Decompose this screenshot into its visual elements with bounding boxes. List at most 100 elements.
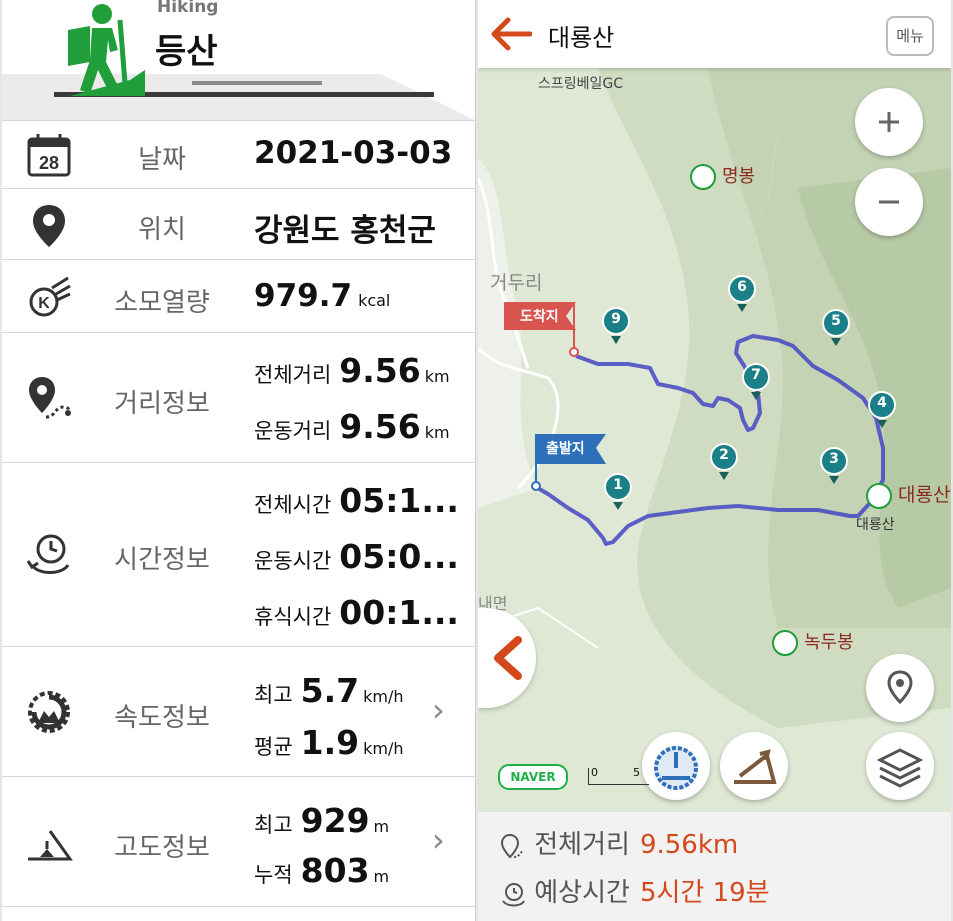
chevron-right-icon[interactable]: › [432,691,445,729]
calories-label: 소모열량 [114,288,210,318]
altitude-label: 고도정보 [114,833,210,863]
waypoint-number: 9 [611,311,621,327]
clock-icon [502,882,525,906]
svg-text:K: K [38,295,50,312]
altitude-graph-button[interactable] [720,732,788,800]
waypoint-marker[interactable]: 3 [819,446,849,486]
map-place-label: 녹두봉 [772,628,854,656]
location-label: 위치 [138,215,186,245]
speedometer-icon [28,691,70,733]
waypoint-marker[interactable]: 2 [709,442,739,482]
plus-icon [879,112,899,132]
clock-icon [26,534,70,574]
location-pin-icon [887,670,913,705]
date-label: 날짜 [138,145,186,175]
distance-label: 거리정보 [114,389,210,419]
hiker-icon [68,4,145,97]
map-peak-label: 대룡산 [866,480,950,509]
date-value: 2021-03-03 [254,135,453,171]
waypoint-marker[interactable]: 1 [603,472,633,512]
map-title: 대룡산 [548,24,615,52]
calories-value: 979.7 kcal [254,278,391,314]
cumulative-altitude: 누적 803 m [254,851,390,890]
calories-unit: kcal [358,291,391,310]
estimated-time-summary: 예상시간 5시간 19분 [500,872,770,909]
rest-time: 휴식시간 00:1... [254,593,459,632]
map-panel: 대룡산 메뉴 스프링베일GC 명봉 거두리 대룡산 대룡산 녹두봉 내면 도착지… [478,0,951,921]
total-distance: 전체거리 9.56 km [254,351,450,390]
calendar-icon: 28 [27,134,71,177]
time-label: 시간정보 [114,545,210,575]
max-altitude: 최고 929 m [254,801,390,840]
zoom-in-button[interactable] [855,88,923,156]
hiking-record-panel: Hiking 등산 28 날짜 2021-03-03 위치 강원도 홍천군 K … [2,0,476,921]
speed-row[interactable]: 속도정보 최고 5.7 km/h 평균 1.9 km/h › [2,646,475,777]
waypoint-number: 3 [829,451,839,467]
start-flag: 출발지 [530,430,610,492]
waypoint-marker[interactable]: 6 [727,274,757,314]
chevron-right-icon[interactable]: › [432,821,445,859]
speed-label: 속도정보 [114,703,210,733]
calories-row: K 소모열량 979.7 kcal [2,259,475,333]
waypoint-number: 6 [737,279,747,295]
collapse-panel-button[interactable] [478,608,536,708]
calorie-flame-icon: K [29,276,71,317]
header-divider [192,81,322,85]
time-row: 시간정보 전체시간 05:1... 운동시간 05:0... 휴식시간 00:1... [2,462,475,647]
speedometer-icon [654,746,698,790]
route-summary: 전체거리 9.56km 예상시간 5시간 19분 [478,812,951,921]
waypoint-number: 1 [613,477,623,493]
minus-icon [879,200,899,204]
total-time: 전체시간 05:1... [254,481,459,520]
waypoint-number: 2 [719,447,729,463]
menu-button[interactable]: 메뉴 [886,16,934,56]
chevron-left-icon [494,636,522,680]
zoom-out-button[interactable] [855,168,923,236]
layers-icon [876,748,924,788]
average-speed: 평균 1.9 km/h [254,723,404,762]
back-arrow-icon[interactable] [490,16,532,52]
distance-route-icon [500,833,525,858]
distance-row: 거리정보 전체거리 9.56 km 운동거리 9.56 km [2,332,475,463]
location-value: 강원도 홍천군 [254,213,436,249]
exercise-time: 운동시간 05:0... [254,537,459,576]
waypoint-marker[interactable]: 9 [601,306,631,346]
altitude-icon [734,749,777,784]
map-place-label: 스프링베일GC [538,76,624,92]
scale-start: 0 [591,766,598,779]
distance-route-icon [29,377,71,419]
date-row: 28 날짜 2021-03-03 [2,120,475,189]
finish-flag: 도착지 [500,298,580,358]
total-distance-summary: 전체거리 9.56km [500,824,738,861]
max-speed: 최고 5.7 km/h [254,671,404,710]
map-place-label: 대룡산 [856,517,895,533]
waypoint-marker[interactable]: 5 [821,308,851,348]
speed-graph-button[interactable] [642,732,710,800]
naver-logo: NAVER [498,764,568,790]
map-place-label: 명봉 [690,162,755,190]
record-header: Hiking 등산 [2,0,475,120]
header-subtitle: Hiking [157,0,219,17]
map-layers-button[interactable] [866,732,934,800]
location-pin-icon [33,205,65,247]
page-title: 등산 [155,32,218,72]
altitude-icon [28,830,73,861]
exercise-distance: 운동거리 9.56 km [254,407,450,446]
location-row: 위치 강원도 홍천군 [2,188,475,260]
scale-end: 5 [633,766,640,779]
route-map[interactable]: 스프링베일GC 명봉 거두리 대룡산 대룡산 녹두봉 내면 도착지 출발지 12… [478,68,951,812]
next-row-edge [2,906,475,921]
finish-flag-label: 도착지 [520,309,559,325]
map-place-label: 거두리 [490,272,543,294]
waypoint-number: 7 [751,367,761,383]
altitude-row[interactable]: 고도정보 최고 929 m 누적 803 m › [2,776,475,907]
waypoint-marker[interactable]: 7 [741,362,771,402]
start-flag-label: 출발지 [546,441,585,457]
svg-text:28: 28 [39,153,59,173]
waypoint-marker[interactable]: 4 [867,390,897,430]
map-top-bar: 대룡산 메뉴 [478,0,951,68]
map-scale-bar: 0 5 [588,766,649,785]
my-location-button[interactable] [866,654,934,722]
waypoint-number: 5 [831,313,841,329]
waypoint-number: 4 [877,395,887,411]
